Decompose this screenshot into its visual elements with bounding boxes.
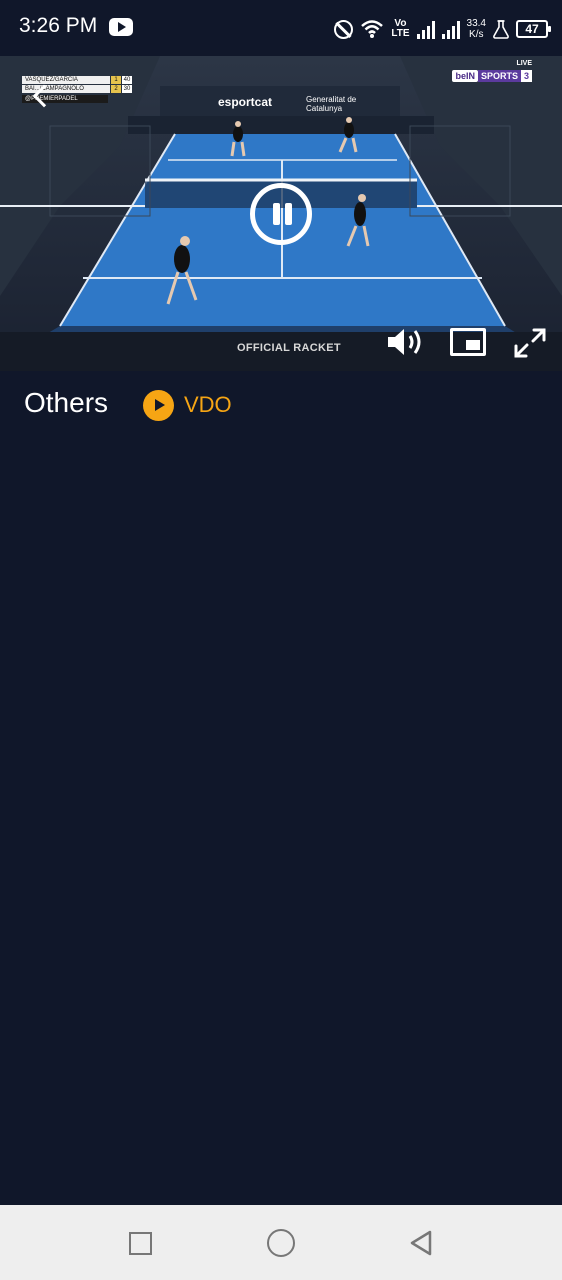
net-speed-value: 33.4 [466,18,486,29]
fullscreen-icon[interactable] [514,328,546,358]
play-circle-icon[interactable] [143,390,174,421]
status-bar: 3:26 PM Vo LTE 33.4 K/s 47 [0,0,562,56]
status-time: 3:26 PM [19,14,98,37]
navigation-bar [0,1205,562,1280]
team2-points: 30 [122,85,132,93]
status-icons: Vo LTE 33.4 K/s 47 [334,16,551,42]
section-title: Others [24,387,109,418]
signal-icon [416,19,435,39]
channel-brand: beIN [452,70,478,82]
volte-bottom: LTE [391,28,410,39]
signal-icon [441,19,460,39]
recents-button[interactable] [129,1232,152,1255]
flask-icon [493,20,509,39]
team1-name: VASQUEZ/GARCIA [22,76,110,84]
channel-name: SPORTS [477,70,521,82]
battery-icon: 47 [516,20,551,38]
team1-set: 1 [111,76,121,84]
channel-number: 3 [520,70,532,82]
wifi-icon [361,20,384,38]
live-label: LIVE [516,60,532,67]
net-speed: 33.4 K/s [467,18,486,40]
volume-icon[interactable] [386,327,426,357]
sponsor-esportcat: esportcat [218,95,273,109]
channel-logo: LIVE beIN SPORTS 3 [452,60,532,82]
pip-icon[interactable] [450,328,486,356]
sponsor-generalitat: Generalitat de Catalunya [306,95,357,113]
home-button[interactable] [267,1229,295,1257]
team1-points: 40 [122,76,132,84]
net-speed-unit: K/s [469,29,484,40]
volte-indicator: Vo LTE [391,19,409,39]
official-racket-banner: OFFICIAL RACKET [237,342,341,354]
youtube-icon [109,18,133,36]
team2-set: 2 [111,85,121,93]
vdo-label[interactable]: VDO [184,392,232,418]
dnd-icon [334,19,354,39]
video-player[interactable]: VASQUEZ/GARCIA 1 40 BAI.../CAMPAGNOLO 2 … [0,56,562,371]
pause-icon[interactable] [250,183,312,245]
scoreboard-row: VASQUEZ/GARCIA 1 40 [22,76,132,84]
back-button[interactable] [408,1229,434,1257]
